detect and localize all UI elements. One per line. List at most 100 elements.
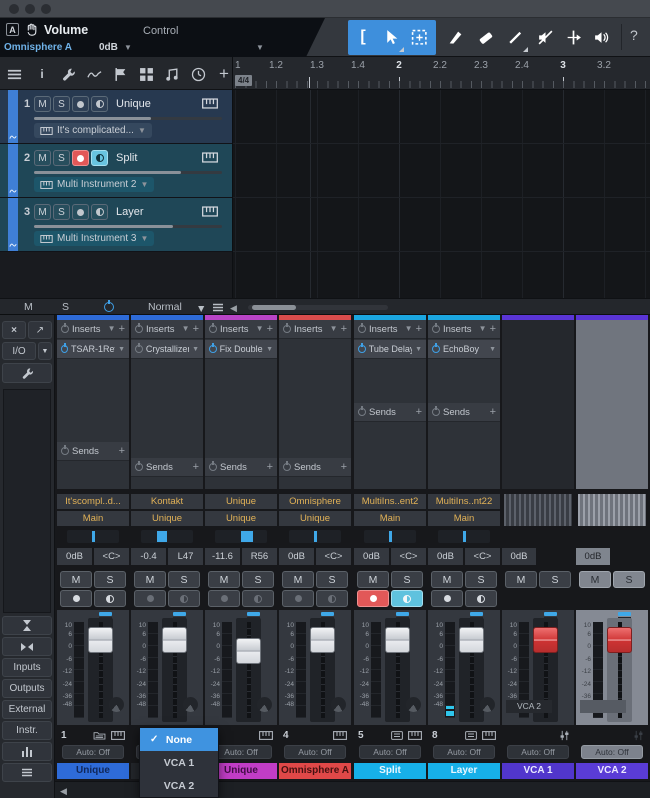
inserts-header[interactable]: Inserts ▼ + — [354, 320, 426, 339]
monitor-button[interactable] — [91, 204, 108, 220]
track-volume-slider[interactable] — [34, 171, 222, 174]
mute-button[interactable]: M — [505, 571, 537, 588]
automation-mode-button[interactable]: Auto: Off — [433, 745, 495, 759]
add-send-button[interactable]: + — [119, 445, 125, 457]
track-mode-select[interactable]: Normal — [148, 301, 182, 313]
footer-solo-button[interactable]: S — [62, 301, 69, 313]
add-insert-button[interactable]: + — [119, 323, 125, 335]
arrange-area[interactable] — [232, 90, 650, 298]
horizontal-scrollbar[interactable] — [248, 305, 388, 310]
add-insert-button[interactable]: + — [490, 323, 496, 335]
solo-button[interactable]: S — [53, 204, 70, 220]
menu-item-none[interactable]: ✓ None — [140, 728, 218, 751]
volume-readout[interactable]: 0dB — [576, 548, 610, 565]
pan-slider[interactable] — [438, 530, 490, 543]
eraser-tool[interactable] — [474, 26, 496, 48]
quantize-icon[interactable] — [164, 66, 180, 82]
pan-readout[interactable]: <C> — [465, 548, 500, 565]
record-arm-button[interactable] — [72, 150, 89, 166]
track-header[interactable]: 3 M S Layer Multi Instrument 3 ▼ — [0, 198, 232, 252]
automation-mode-button[interactable]: Auto: Off — [284, 745, 346, 759]
channel-output-name[interactable]: Unique — [205, 511, 277, 526]
collapse-horizontal-button[interactable] — [2, 637, 52, 656]
chevron-down-icon[interactable]: ▼ — [108, 325, 116, 333]
sends-header[interactable]: Sends + — [131, 458, 203, 477]
monitor-button[interactable] — [242, 590, 274, 607]
insert-slot[interactable]: Fix Doubler ▼ — [205, 340, 277, 359]
scroll-left-arrow[interactable]: ◀ — [230, 303, 237, 314]
monitor-button[interactable] — [91, 150, 108, 166]
solo-button[interactable]: S — [539, 571, 571, 588]
window-zoom-button[interactable] — [41, 4, 51, 14]
vca-assignment[interactable]: VCA 2 — [506, 700, 552, 713]
menu-item-vca-2[interactable]: VCA 2 — [140, 774, 218, 797]
monitor-button[interactable] — [91, 96, 108, 112]
mute-button[interactable]: M — [357, 571, 389, 588]
automation-icon[interactable] — [9, 187, 17, 195]
vca-assignment[interactable] — [580, 700, 626, 713]
split-tool[interactable] — [444, 26, 466, 48]
pan-readout[interactable]: <C> — [391, 548, 426, 565]
volume-readout[interactable]: 0dB — [502, 548, 536, 565]
inserts-header[interactable]: Inserts ▼ + — [428, 320, 500, 339]
solo-button[interactable]: S — [316, 571, 348, 588]
add-insert-button[interactable]: + — [267, 323, 273, 335]
track-header[interactable]: 1 M S Unique It's complicated... ▼ — [0, 90, 232, 144]
mute-button[interactable]: M — [431, 571, 463, 588]
channel-output-name[interactable]: Unique — [279, 511, 351, 526]
list-icon[interactable] — [212, 303, 224, 312]
add-insert-button[interactable]: + — [193, 323, 199, 335]
menu-item-vca-1[interactable]: VCA 1 — [140, 751, 218, 774]
metronome-icon[interactable] — [190, 66, 206, 82]
bend-tool[interactable] — [562, 26, 584, 48]
wrench-icon[interactable] — [60, 66, 76, 82]
record-arm-button[interactable] — [134, 590, 166, 607]
timeline-ruler[interactable]: 4/4 1 1.2 1.3 1.4 2 2.2 2.3 2.4 3 3.2 — [232, 57, 650, 90]
power-icon[interactable] — [358, 345, 366, 353]
channel-output-name[interactable]: Main — [57, 511, 129, 526]
monitor-button[interactable] — [316, 590, 348, 607]
power-icon[interactable] — [432, 345, 440, 353]
mini-knob[interactable] — [183, 697, 198, 712]
pan-readout[interactable]: <C> — [316, 548, 351, 565]
track-header[interactable]: 2 M S Split Multi Instrument 2 ▼ — [0, 144, 232, 198]
record-arm-button[interactable] — [72, 96, 89, 112]
volume-readout[interactable]: 0dB — [354, 548, 389, 565]
automation-mode-button[interactable]: Auto: Off — [507, 745, 569, 759]
channel-source-name[interactable]: MultiIns..ent2 — [354, 494, 426, 509]
mini-knob[interactable] — [406, 697, 421, 712]
chevron-down-icon[interactable]: ▼ — [405, 325, 413, 333]
solo-button[interactable]: S — [242, 571, 274, 588]
listen-tool[interactable] — [590, 26, 612, 48]
parameter-value[interactable]: 0dB — [99, 42, 118, 53]
power-icon[interactable] — [283, 325, 291, 333]
collapse-vertical-button[interactable] — [2, 616, 52, 635]
pan-readout[interactable]: R56 — [242, 548, 277, 565]
window-close-button[interactable] — [9, 4, 19, 14]
volume-readout[interactable]: -11.6 — [205, 548, 240, 565]
track-volume-slider[interactable] — [34, 225, 222, 228]
power-icon[interactable] — [209, 345, 217, 353]
automation-icon[interactable] — [9, 241, 17, 249]
marquee-tool[interactable] — [408, 26, 430, 48]
help-button[interactable]: ? — [630, 27, 638, 43]
automation-mode-button[interactable]: Auto: Off — [62, 745, 124, 759]
solo-button[interactable]: S — [465, 571, 497, 588]
mute-button[interactable]: M — [34, 204, 51, 220]
menu-icon[interactable] — [6, 66, 22, 82]
solo-button[interactable]: S — [613, 571, 645, 588]
mute-button[interactable]: M — [34, 150, 51, 166]
monitor-button[interactable] — [94, 590, 126, 607]
track-volume-slider[interactable] — [34, 117, 222, 120]
chevron-down-icon[interactable]: ▼ — [118, 346, 125, 353]
chevron-down-icon[interactable]: ▼ — [266, 346, 273, 353]
sends-header[interactable]: Sends + — [354, 403, 426, 422]
sends-header[interactable]: Sends + — [57, 442, 129, 461]
fader-cap[interactable] — [607, 627, 632, 653]
mute-button[interactable]: M — [34, 96, 51, 112]
channel-output-name[interactable]: Main — [428, 511, 500, 526]
monitor-button[interactable] — [168, 590, 200, 607]
info-icon[interactable]: i — [34, 66, 50, 82]
add-icon[interactable]: + — [216, 64, 232, 83]
power-icon[interactable] — [61, 325, 69, 333]
